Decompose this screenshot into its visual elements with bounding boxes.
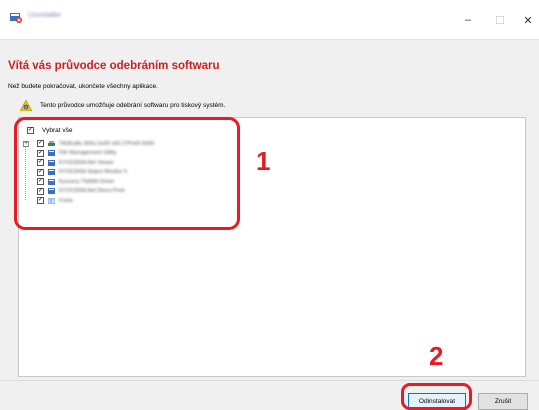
title-bar: Uninstaller – ☐ ✕: [0, 0, 539, 40]
cancel-button[interactable]: Zrušit: [478, 393, 528, 410]
callout-number-2: 2: [429, 341, 444, 371]
annotation-box-1: [14, 117, 240, 230]
window-title: Uninstaller: [28, 12, 62, 19]
maximize-button[interactable]: ☐: [490, 10, 510, 30]
warning-info-icon: [20, 100, 32, 111]
instruction-text: Než budete pokračovat, ukončete všechny …: [8, 83, 158, 90]
app-icon: [10, 13, 22, 23]
callout-number-1: 1: [256, 146, 271, 176]
close-button[interactable]: ✕: [518, 10, 538, 30]
minimize-button[interactable]: –: [458, 10, 478, 30]
page-title: Vítá vás průvodce odebráním softwaru: [8, 60, 220, 72]
annotation-box-2: [401, 383, 472, 410]
info-text: Tento průvodce umožňuje odebrání softwar…: [40, 102, 226, 109]
